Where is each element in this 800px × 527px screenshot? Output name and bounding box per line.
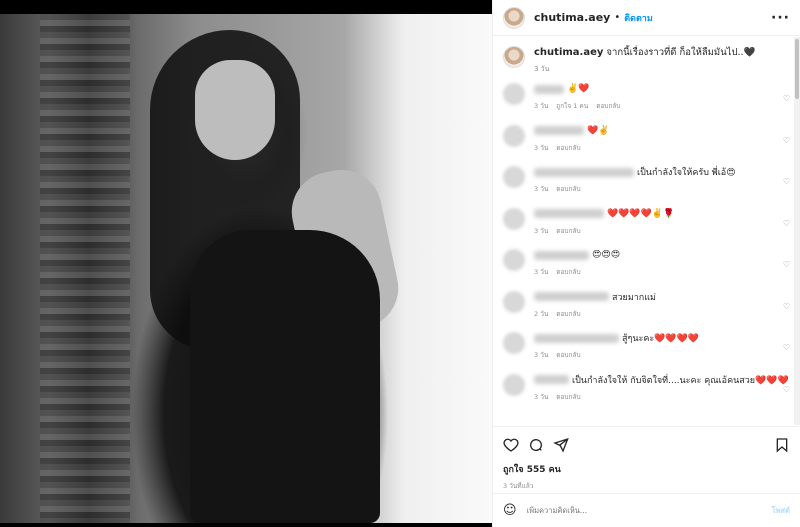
comment-rows: ✌️❤️ 3 วัน ถูกใจ 1 คน ตอบกลับ ♡ ❤️✌️ 3 วัน ตอบก… [493,77,800,409]
list-item: ✌️❤️ 3 วัน ถูกใจ 1 คน ตอบกลับ ♡ [493,77,800,119]
caption: chutima.aey จากนี้เรื่องราวที่ดี ก็อให้ล… [493,37,800,77]
comment-like-icon[interactable]: ♡ [783,94,790,103]
comment-text: เป็นกำลังใจให้ กับจิตใจที่....นะคะ คุณเอ… [572,375,789,386]
header-separator: • [614,12,621,23]
comment-time: 2 วัน [534,309,549,318]
comment-bubble-icon[interactable] [528,437,544,453]
comment-like-icon[interactable]: ♡ [783,260,790,269]
comment-like-icon[interactable]: ♡ [783,136,790,145]
caption-text: จากนี้เรื่องราวที่ดี ก็อให้ลืมมันไป..🖤 [606,47,756,58]
comments-scrollbar[interactable] [794,37,800,425]
comment-text: สู้ๆนะคะ❤️❤️❤️❤️ [622,334,699,344]
comment-text: ❤️✌️ [587,125,610,136]
comment-likes[interactable]: ถูกใจ 1 คน [556,101,588,111]
photo-figure-face [195,60,275,160]
post-photo[interactable] [0,0,492,527]
likes-count[interactable]: ถูกใจ 555 คน [503,462,790,476]
commenter-username[interactable] [534,333,619,343]
caption-username[interactable]: chutima.aey [534,47,603,58]
comment-text: สวยมากแม่ [612,292,656,303]
commenter-avatar[interactable] [503,290,525,313]
commenter-avatar[interactable] [503,249,525,271]
caption-time: 3 วัน [534,65,550,73]
list-item: สวยมากแม่ 2 วัน ตอบกลับ ♡ [493,285,800,327]
post-viewer: chutima.aey • ติดตาม ··· chutima.aey จาก… [0,0,800,527]
comment-time: 3 วัน [534,226,549,235]
list-item: ❤️✌️ 3 วัน ตอบกลับ ♡ [493,119,800,161]
reply-button[interactable]: ตอบกลับ [556,143,580,153]
reply-button[interactable]: ตอบกลับ [556,309,580,319]
comment-time: 3 วัน [534,392,549,401]
commenter-avatar[interactable] [503,166,525,188]
post-header: chutima.aey • ติดตาม ··· [493,0,800,36]
scrollbar-thumb[interactable] [795,39,799,99]
photo-figure-dress [190,230,380,523]
comment-input[interactable] [526,506,737,515]
comment-time: 3 วัน [534,102,549,110]
comment-text: เป็นกำลังใจให้ครับ พี่เอ้😍 [637,168,736,178]
commenter-username[interactable] [534,126,584,135]
add-comment-bar: ☺ โพสต์ [493,493,800,527]
comment-like-icon[interactable]: ♡ [783,343,790,352]
post-time: 3 วันที่แล้ว [503,482,534,490]
header-username[interactable]: chutima.aey [534,11,610,24]
list-item: เป็นกำลังใจให้ครับ พี่เอ้😍 3 วัน ตอบกลับ ♡ [493,160,800,202]
commenter-avatar[interactable] [503,124,525,147]
commenter-avatar[interactable] [503,207,525,230]
reply-button[interactable]: ตอบกลับ [556,226,580,236]
commenter-avatar[interactable] [503,83,525,105]
comment-like-icon[interactable]: ♡ [783,219,790,228]
commenter-username[interactable] [534,292,609,301]
comment-like-icon[interactable]: ♡ [783,302,790,311]
follow-button[interactable]: ติดตาม [624,11,653,25]
comment-text: ✌️❤️ [567,84,590,94]
reply-button[interactable]: ตอบกลับ [556,392,580,402]
list-item: ❤️❤️❤️❤️✌️🌹 3 วัน ตอบกลับ ♡ [493,202,800,244]
save-bookmark-icon[interactable] [774,437,790,453]
list-item: สู้ๆนะคะ❤️❤️❤️❤️ 3 วัน ตอบกลับ ♡ [493,326,800,368]
commenter-username[interactable] [534,84,564,94]
post-button[interactable]: โพสต์ [772,505,790,517]
like-heart-icon[interactable] [503,437,519,453]
side-panel: chutima.aey • ติดตาม ··· chutima.aey จาก… [492,0,800,527]
caption-avatar[interactable] [503,46,525,68]
reply-button[interactable]: ตอบกลับ [556,184,580,194]
commenter-username[interactable] [534,375,569,384]
commenter-username[interactable] [534,250,589,260]
comment-time: 3 วัน [534,143,549,152]
comment-time: 3 วัน [534,185,549,193]
more-options-icon[interactable]: ··· [771,10,790,26]
commenter-avatar[interactable] [503,332,525,354]
list-item: เป็นกำลังใจให้ กับจิตใจที่....นะคะ คุณเอ… [493,368,800,410]
emoji-icon[interactable]: ☺ [503,503,517,518]
comment-text: ❤️❤️❤️❤️✌️🌹 [607,208,675,219]
reply-button[interactable]: ตอบกลับ [556,267,580,277]
comment-text: 😍😍😍 [592,250,621,260]
comment-like-icon[interactable]: ♡ [783,385,790,394]
comment-like-icon[interactable]: ♡ [783,177,790,186]
comment-time: 3 วัน [534,351,549,359]
photo-ornate-frame [40,14,130,523]
reply-button[interactable]: ตอบกลับ [556,350,580,360]
share-send-icon[interactable] [553,437,569,453]
commenter-username[interactable] [534,209,604,218]
comments-list[interactable]: chutima.aey จากนี้เรื่องราวที่ดี ก็อให้ล… [493,37,800,425]
reply-button[interactable]: ตอบกลับ [596,101,620,111]
commenter-avatar[interactable] [503,373,525,396]
avatar[interactable] [503,6,525,29]
list-item: 😍😍😍 3 วัน ตอบกลับ ♡ [493,243,800,285]
commenter-username[interactable] [534,167,634,177]
comment-time: 3 วัน [534,268,549,276]
action-bar: ถูกใจ 555 คน 3 วันที่แล้ว [493,426,800,491]
